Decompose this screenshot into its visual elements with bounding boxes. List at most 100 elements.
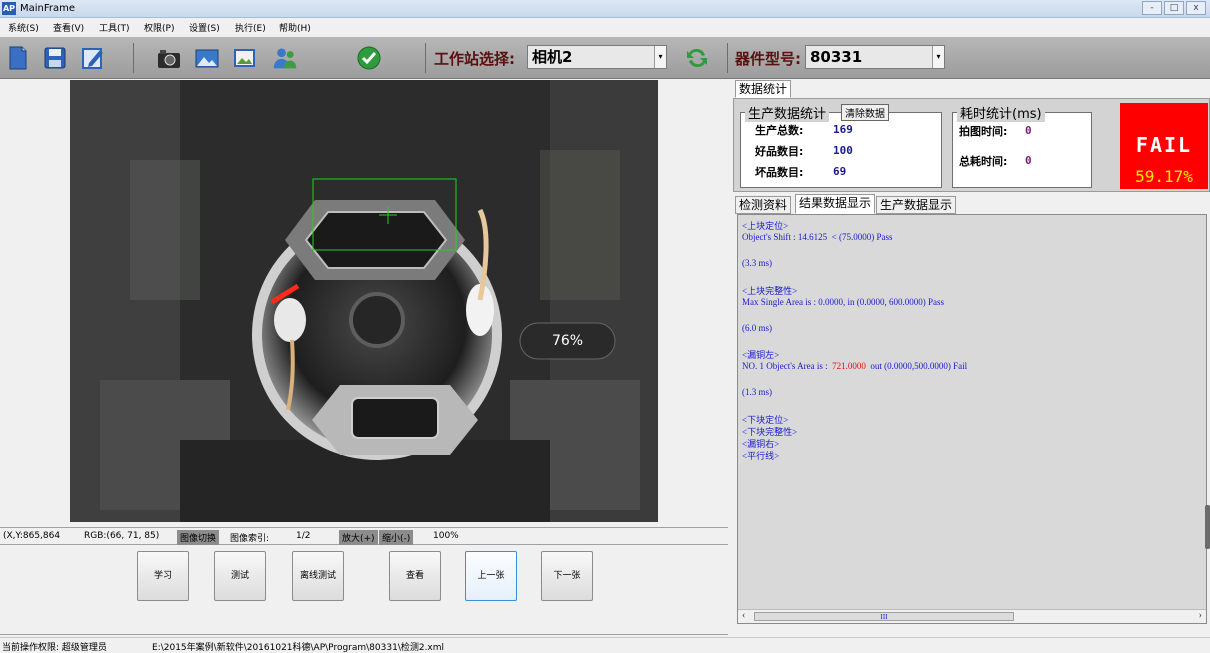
check-run-icon[interactable] (356, 45, 382, 71)
capture-time-label: 拍图时间: (959, 125, 1008, 138)
time-stats-title: 耗时统计(ms) (957, 103, 1045, 122)
good-count-label: 好品数目: (755, 145, 804, 158)
chevron-down-icon[interactable]: ▾ (654, 46, 666, 68)
edit-icon[interactable] (80, 45, 106, 71)
model-label: 器件型号: (735, 50, 801, 68)
toolbar-separator (727, 43, 728, 73)
window-controls: - □ x (1142, 1, 1206, 15)
station-value: 相机2 (532, 48, 573, 66)
total-time-label: 总耗时间: (959, 155, 1008, 168)
minimize-button[interactable]: - (1142, 1, 1162, 15)
new-file-icon[interactable] (5, 45, 31, 71)
station-label: 工作站选择: (434, 50, 515, 68)
view-button[interactable]: 查看 (389, 551, 441, 601)
result-status: FAIL (1135, 133, 1193, 157)
log-line: (1.3 ms) (742, 387, 772, 397)
image-pane: 76% (X,Y:865,864 RGB:(66, 71, 85) 图像切换 图… (0, 80, 728, 635)
close-button[interactable]: x (1186, 1, 1206, 15)
offline-test-button[interactable]: 离线测试 (292, 551, 344, 601)
side-panel-grip[interactable] (1205, 505, 1210, 549)
toolbar: 工作站选择: 相机2 ▾ 器件型号: 80331 ▾ (0, 37, 1210, 79)
menu-help[interactable]: 帮助(H) (279, 21, 311, 34)
previous-image-button[interactable]: 上一张 (465, 551, 517, 601)
tab-production-display[interactable]: 生产数据显示 (876, 196, 957, 214)
menu-settings[interactable]: 设置(S) (189, 21, 220, 34)
log-line: <上块定位> (742, 221, 789, 231)
window-title: MainFrame (20, 3, 76, 14)
menu-view[interactable]: 查看(V) (53, 21, 84, 34)
result-indicator: FAIL 59.17% (1120, 103, 1208, 189)
zoom-overlay-label: 76% (551, 333, 584, 349)
action-buttons: 学习 测试 离线测试 查看 上一张 下一张 (0, 545, 728, 635)
good-count-value: 100 (833, 144, 853, 157)
test-button[interactable]: 测试 (214, 551, 266, 601)
users-icon[interactable] (272, 45, 298, 71)
learn-button[interactable]: 学习 (137, 551, 189, 601)
toolbar-separator (133, 43, 134, 73)
image-info-bar: (X,Y:865,864 RGB:(66, 71, 85) 图像切换 图像索引:… (0, 527, 728, 545)
image-index-value: 1/2 (296, 531, 311, 541)
total-count-label: 生产总数: (755, 124, 804, 137)
camera-image[interactable]: 76% (70, 80, 658, 522)
image-index-label: 图像索引: (230, 534, 270, 544)
tab-result-display[interactable]: 结果数据显示 (795, 194, 876, 214)
menu-tools[interactable]: 工具(T) (99, 21, 130, 34)
log-line: <漏铜左> (742, 350, 780, 360)
log-line: Max Single Area is : 0.0000, in (0.0000,… (742, 297, 944, 307)
log-line: Object's Shift : 14.6125 < (75.0000) Pas… (742, 232, 893, 242)
title-bar: AP MainFrame - □ x (0, 0, 1210, 18)
scrollbar-thumb[interactable]: III (754, 612, 1014, 621)
menu-permission[interactable]: 权限(P) (144, 21, 174, 34)
image-edit-icon[interactable] (232, 45, 258, 71)
log-line: NO. 1 Object's Area is : 721.0000 out (0… (742, 361, 967, 371)
save-icon[interactable] (42, 45, 68, 71)
zoom-out-button[interactable]: 缩小(-) (379, 530, 414, 545)
log-line: <平行线> (742, 451, 780, 461)
production-stats-group: 生产数据统计 清除数据 生产总数: 169 好品数目: 100 坏品数目: 69 (740, 103, 942, 188)
tab-data-statistics[interactable]: 数据统计 (735, 80, 792, 98)
total-count-value: 169 (833, 123, 853, 136)
image-switch-button[interactable]: 图像切换 (177, 530, 220, 545)
program-path: E:\2015年案例\新软件\20161021科德\AP\Program\803… (152, 643, 445, 653)
status-bar: 当前操作权限: 超级管理员 E:\2015年案例\新软件\20161021科德\… (0, 637, 1210, 653)
toolbar-separator (425, 43, 426, 73)
statistics-panel: 生产数据统计 清除数据 生产总数: 169 好品数目: 100 坏品数目: 69… (733, 98, 1210, 192)
camera-icon[interactable] (156, 45, 182, 71)
zoom-level: 100% (433, 531, 459, 541)
coordinate-readout: (X,Y:865,864 (3, 531, 61, 541)
scroll-right-icon[interactable]: › (1199, 610, 1202, 621)
chevron-down-icon[interactable]: ▾ (932, 46, 944, 68)
capture-time-value: 0 (1025, 124, 1032, 137)
log-line: (6.0 ms) (742, 323, 772, 333)
log-text: NO. 1 Object's Area is : (742, 361, 833, 371)
log-text: out (0.0000,500.0000) Fail (865, 361, 968, 371)
app-icon: AP (2, 2, 16, 15)
yield-rate: 59.17% (1135, 167, 1193, 186)
bad-count-value: 69 (833, 165, 847, 178)
scroll-left-icon[interactable]: ‹ (742, 610, 745, 621)
right-panel: 数据统计 生产数据统计 清除数据 生产总数: 169 好品数目: 100 坏品数… (733, 80, 1210, 635)
maximize-button[interactable]: □ (1164, 1, 1184, 15)
refresh-icon[interactable] (684, 45, 710, 71)
production-stats-title: 生产数据统计 (745, 103, 830, 122)
log-line: (3.3 ms) (742, 258, 772, 268)
tab-inspection-data[interactable]: 检测资料 (735, 196, 792, 214)
menu-bar: 系统(S) 查看(V) 工具(T) 权限(P) 设置(S) 执行(E) 帮助(H… (0, 18, 1210, 36)
menu-system[interactable]: 系统(S) (8, 21, 39, 34)
model-value: 80331 (810, 48, 863, 66)
time-stats-group: 耗时统计(ms) 拍图时间: 0 总耗时间: 0 (952, 103, 1092, 188)
rgb-readout: RGB:(66, 71, 85) (84, 531, 160, 541)
bad-count-label: 坏品数目: (755, 166, 804, 179)
station-select[interactable]: 相机2 ▾ (527, 45, 667, 69)
horizontal-scrollbar[interactable]: ‹ III › (738, 609, 1206, 623)
zoom-in-button[interactable]: 放大(+) (339, 530, 378, 545)
menu-execute[interactable]: 执行(E) (235, 21, 266, 34)
next-image-button[interactable]: 下一张 (541, 551, 593, 601)
log-fail-value: 721.0000 (832, 361, 866, 371)
clear-data-button[interactable]: 清除数据 (841, 104, 889, 121)
inspection-image (70, 80, 658, 522)
image-icon[interactable] (194, 45, 220, 71)
model-select[interactable]: 80331 ▾ (805, 45, 945, 69)
result-log[interactable]: <上块定位> Object's Shift : 14.6125 < (75.00… (737, 214, 1207, 624)
total-time-value: 0 (1025, 154, 1032, 167)
